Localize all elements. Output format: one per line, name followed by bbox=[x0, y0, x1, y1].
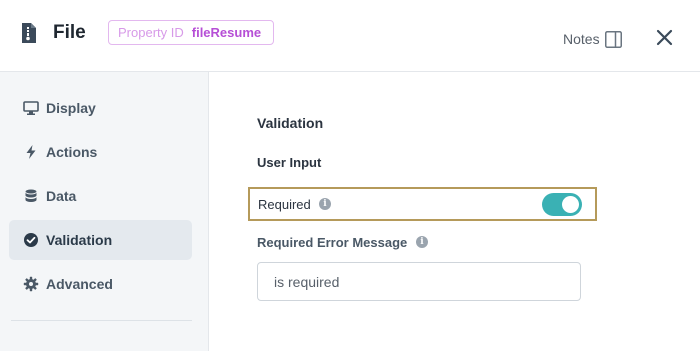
sidebar-item-display[interactable]: Display bbox=[9, 88, 192, 128]
required-label: Required bbox=[258, 197, 311, 212]
file-icon bbox=[22, 23, 36, 43]
database-icon bbox=[25, 189, 37, 202]
required-toggle[interactable] bbox=[542, 193, 582, 216]
info-icon[interactable]: i bbox=[319, 198, 331, 210]
close-icon[interactable] bbox=[656, 29, 673, 46]
sidebar-item-label: Display bbox=[46, 100, 96, 116]
page-title: File bbox=[53, 22, 86, 43]
notes-button[interactable]: Notes bbox=[563, 31, 600, 47]
sidebar-item-label: Advanced bbox=[46, 276, 113, 292]
sidebar-item-label: Actions bbox=[46, 144, 98, 160]
sidebar: Display Actions Data Validation Advanced bbox=[0, 72, 209, 351]
info-icon[interactable]: i bbox=[416, 236, 428, 248]
gear-icon bbox=[23, 276, 39, 292]
sidebar-divider bbox=[11, 320, 192, 321]
sidebar-item-label: Validation bbox=[46, 232, 113, 248]
error-message-input[interactable] bbox=[257, 262, 581, 301]
property-id-value: fileResume bbox=[191, 25, 262, 40]
monitor-icon bbox=[23, 101, 39, 115]
panel-header: File Property ID fileResume Notes bbox=[0, 0, 700, 72]
main-content: Validation User Input Required i Require… bbox=[210, 72, 700, 351]
panel-toggle-icon[interactable] bbox=[605, 31, 622, 48]
section-title: Validation bbox=[257, 115, 324, 131]
sidebar-item-advanced[interactable]: Advanced bbox=[9, 264, 192, 304]
sidebar-item-label: Data bbox=[46, 188, 77, 204]
lightning-icon bbox=[26, 145, 36, 159]
property-id-badge: Property ID fileResume bbox=[108, 20, 274, 45]
sidebar-item-actions[interactable]: Actions bbox=[9, 132, 192, 172]
error-message-label: Required Error Message bbox=[257, 235, 408, 250]
subsection-title: User Input bbox=[257, 155, 322, 170]
toggle-knob bbox=[562, 196, 579, 213]
sidebar-item-validation[interactable]: Validation bbox=[9, 220, 192, 260]
required-setting-row: Required i bbox=[248, 187, 597, 221]
check-circle-icon bbox=[24, 233, 38, 247]
sidebar-item-data[interactable]: Data bbox=[9, 176, 192, 216]
property-id-label: Property ID bbox=[118, 25, 184, 40]
